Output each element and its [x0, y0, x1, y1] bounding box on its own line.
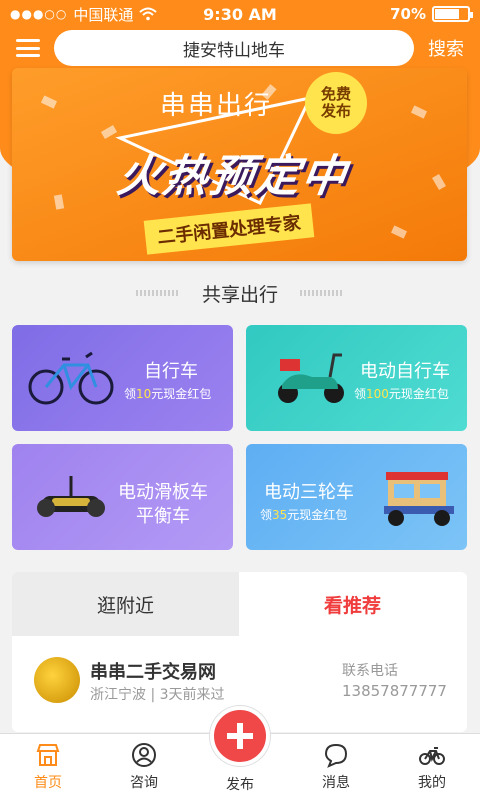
top-header: 捷安特山地车 搜索 [0, 28, 480, 68]
avatar[interactable] [34, 657, 80, 703]
title-divider-right [300, 290, 344, 296]
publish-button[interactable] [210, 706, 270, 766]
card-title: 电动滑板车 [118, 482, 208, 503]
publish-label: 发布 [226, 777, 254, 793]
card-title: 电动自行车 [360, 361, 450, 382]
card-subtitle: 领10元现金红包 [124, 387, 212, 401]
section-title: 共享出行 [201, 284, 278, 306]
tab-recommend[interactable]: 看推荐 [239, 572, 466, 636]
scooter-icon [278, 353, 344, 403]
message-icon [324, 743, 348, 768]
nav-home-label: 首页 [34, 775, 62, 791]
badge-line2: 发布 [320, 102, 351, 120]
home-icon [36, 744, 60, 766]
search-button[interactable]: 搜索 [428, 35, 464, 61]
tab-nearby[interactable]: 逛附近 [12, 572, 239, 636]
plus-icon [227, 723, 253, 749]
shop-name[interactable]: 串串二手交易网 [90, 658, 216, 684]
card-hoverboard[interactable]: 电动滑板车 平衡车 [12, 444, 233, 550]
card-bicycle[interactable]: 自行车 领10元现金红包 [12, 325, 233, 431]
card-tricycle[interactable]: 电动三轮车 领35元现金红包 [246, 444, 467, 550]
nav-consult[interactable]: 咨询 [96, 742, 192, 792]
card-title-line2: 平衡车 [136, 506, 190, 527]
contact-label: 联系电话 [342, 663, 398, 679]
user-icon [132, 743, 156, 767]
status-time: 9:30 AM [203, 4, 277, 24]
nav-home[interactable]: 首页 [0, 742, 96, 792]
bicycle-icon [28, 351, 114, 405]
badge-line1: 免费 [320, 85, 351, 103]
tricycle-icon [384, 472, 454, 526]
nav-mine[interactable]: 我的 [384, 742, 480, 792]
contact-phone[interactable]: 13857877777 [342, 682, 447, 700]
card-title: 电动三轮车 [264, 482, 354, 503]
nav-messages[interactable]: 消息 [288, 742, 384, 792]
battery-icon [432, 6, 473, 22]
nav-consult-label: 咨询 [130, 775, 158, 791]
shop-meta: 浙江宁波 | 3天前来过 [90, 687, 225, 703]
hoverboard-icon [37, 476, 105, 517]
banner-brand: 串串出行 [160, 91, 273, 121]
menu-icon[interactable] [16, 39, 40, 57]
card-subtitle: 领100元现金红包 [354, 387, 449, 401]
search-input[interactable]: 捷安特山地车 [54, 30, 414, 66]
nav-messages-label: 消息 [322, 775, 350, 791]
bike-icon [419, 747, 445, 765]
card-subtitle: 领35元现金红包 [260, 508, 348, 522]
banner-headline: 火热预定中 [113, 151, 351, 202]
status-bar: ●●●○○ 中国联通 9:30 AM 70% [0, 0, 480, 28]
free-publish-badge: 免费 发布 [305, 72, 367, 134]
card-e-bike[interactable]: 电动自行车 领100元现金红包 [246, 325, 467, 431]
card-title: 自行车 [144, 361, 198, 382]
nav-mine-label: 我的 [418, 775, 446, 791]
